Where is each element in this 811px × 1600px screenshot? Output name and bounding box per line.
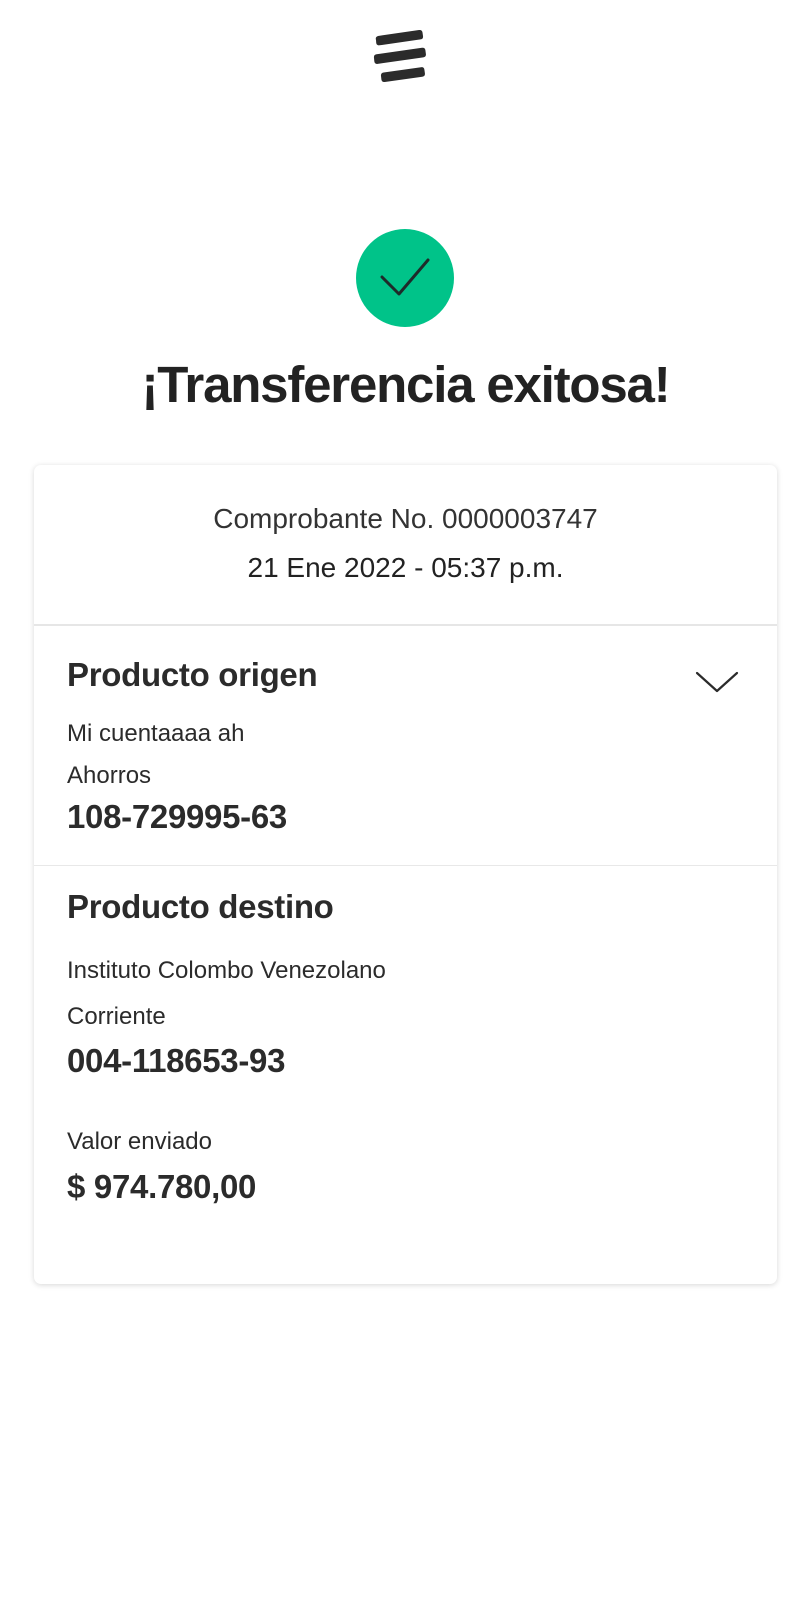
- receipt-number: Comprobante No. 0000003747: [213, 503, 598, 534]
- origin-product-section[interactable]: Producto origen Mi cuentaaaa ah Ahorros …: [34, 626, 777, 866]
- receipt-header: Comprobante No. 0000003747 21 Ene 2022 -…: [34, 465, 777, 626]
- origin-account-type: Ahorros: [67, 762, 152, 789]
- origin-account-number: 108-729995-63: [67, 798, 287, 835]
- destination-account-type: Corriente: [67, 1003, 166, 1030]
- amount-label: Valor enviado: [67, 1128, 212, 1155]
- origin-heading: Producto origen: [67, 656, 318, 693]
- page-title: ¡Transferencia exitosa!: [141, 356, 671, 413]
- transfer-receipt-card: Comprobante No. 0000003747 21 Ene 2022 -…: [34, 465, 777, 1284]
- destination-account-name: Instituto Colombo Venezolano: [67, 957, 386, 984]
- success-check-badge: [356, 229, 454, 327]
- checkmark-icon: [380, 258, 430, 296]
- destination-heading: Producto destino: [67, 888, 334, 925]
- receipt-datetime: 21 Ene 2022 - 05:37 p.m.: [247, 552, 564, 583]
- origin-account-name: Mi cuentaaaa ah: [67, 720, 245, 747]
- chevron-down-icon[interactable]: [694, 667, 740, 697]
- bancolombia-logo-icon: [371, 26, 429, 86]
- amount-value: $ 974.780,00: [67, 1168, 257, 1205]
- destination-account-number: 004-118653-93: [67, 1042, 286, 1079]
- destination-product-section: Producto destino Instituto Colombo Venez…: [34, 866, 777, 1284]
